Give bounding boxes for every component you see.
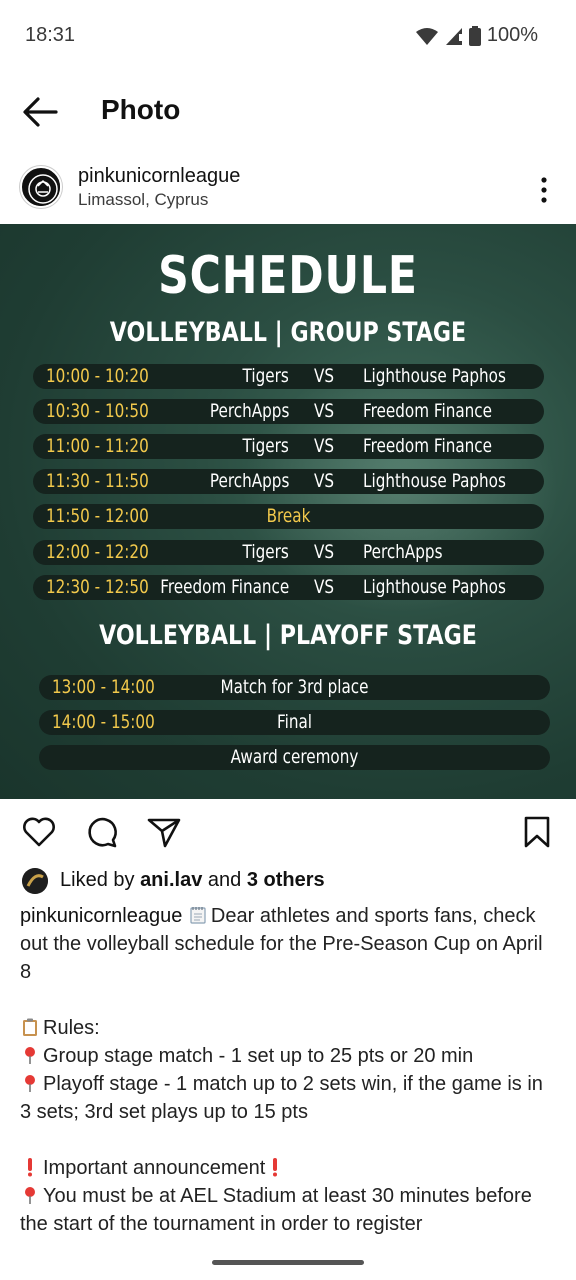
likes-others[interactable]: 3 others xyxy=(247,869,325,891)
more-options-icon[interactable] xyxy=(534,176,554,204)
match-time: 12:30 - 12:50 xyxy=(46,576,149,598)
exclamation-icon xyxy=(28,1158,32,1177)
likes-prefix: Liked by xyxy=(60,869,141,891)
team-b: Lighthouse Paphos xyxy=(363,576,506,598)
liker-avatar xyxy=(22,868,48,894)
playoff-row: Award ceremony xyxy=(39,745,550,770)
pushpin-icon xyxy=(25,1047,35,1064)
rule-line: Playoff stage - 1 match up to 2 sets win… xyxy=(20,1070,550,1126)
poster-title: SCHEDULE xyxy=(158,246,418,306)
post-image[interactable]: SCHEDULE VOLLEYBALL | GROUP STAGE 10:00 … xyxy=(0,224,576,799)
playoff-row: Match for 3rd place 13:00 - 14:00 xyxy=(39,675,550,700)
schedule-row-break: 11:50 - 12:00 Break xyxy=(33,504,544,529)
home-gesture-bar[interactable] xyxy=(212,1260,364,1265)
vs-label: VS xyxy=(314,541,335,563)
clipboard-icon xyxy=(23,1018,37,1036)
notice-line: You must be at AEL Stadium at least 30 m… xyxy=(20,1182,550,1238)
match-time: 11:30 - 11:50 xyxy=(46,470,149,492)
match-time: 11:00 - 11:20 xyxy=(46,435,149,457)
post-caption: pinkunicornleague Dear athletes and spor… xyxy=(20,902,550,1238)
group-stage-heading: VOLLEYBALL | GROUP STAGE xyxy=(109,317,467,348)
status-bar: 18:31 100% xyxy=(0,0,576,72)
league-logo-icon xyxy=(24,170,60,206)
schedule-row: 11:30 - 11:50 PerchApps VS Lighthouse Pa… xyxy=(33,469,544,494)
team-a: PerchApps xyxy=(209,470,290,492)
team-b: Lighthouse Paphos xyxy=(363,365,506,387)
schedule-row: 10:00 - 10:20 Tigers VS Lighthouse Papho… xyxy=(33,364,544,389)
playoff-event: Award ceremony xyxy=(230,746,359,768)
vs-label: VS xyxy=(314,400,335,422)
schedule-row: 12:30 - 12:50 Freedom Finance VS Lightho… xyxy=(33,575,544,600)
rules-title-line: Rules: xyxy=(20,1014,550,1042)
team-b: Lighthouse Paphos xyxy=(363,470,506,492)
team-a: Tigers xyxy=(242,365,289,387)
battery-percent: 100% xyxy=(486,24,538,46)
liker-username[interactable]: ani.lav xyxy=(140,869,202,891)
likes-summary[interactable]: Liked by ani.lav and 3 others xyxy=(0,862,576,898)
rule-1: Group stage match - 1 set up to 25 pts o… xyxy=(43,1045,474,1067)
share-send-icon[interactable] xyxy=(146,814,182,850)
status-icons: 100% xyxy=(415,24,538,47)
page-title: Photo xyxy=(101,94,181,125)
likes-text: Liked by ani.lav and 3 others xyxy=(60,869,325,892)
wifi-icon xyxy=(415,27,438,45)
app-bar: Photo xyxy=(0,72,576,152)
team-b: PerchApps xyxy=(363,541,443,563)
likes-middle: and xyxy=(202,869,247,891)
team-b: Freedom Finance xyxy=(363,435,492,457)
post-location[interactable]: Limassol, Cyprus xyxy=(78,190,208,210)
important-text: Important announcement xyxy=(43,1157,266,1179)
status-time: 18:31 xyxy=(25,24,76,46)
signal-icon xyxy=(445,27,462,45)
team-a: PerchApps xyxy=(209,400,290,422)
schedule-row: 10:30 - 10:50 PerchApps VS Freedom Finan… xyxy=(33,399,544,424)
notepad-icon xyxy=(190,907,206,924)
playoff-time: 14:00 - 15:00 xyxy=(52,711,155,733)
important-line: Important announcement xyxy=(20,1154,550,1182)
caption-intro: pinkunicornleague Dear athletes and spor… xyxy=(20,902,550,986)
bookmark-icon[interactable] xyxy=(519,814,555,850)
playoff-time: 13:00 - 14:00 xyxy=(52,676,155,698)
avatar[interactable] xyxy=(20,166,62,208)
team-b: Freedom Finance xyxy=(363,400,492,422)
post-actions xyxy=(0,800,576,860)
schedule-row: 11:00 - 11:20 Tigers VS Freedom Finance xyxy=(33,434,544,459)
post-header: pinkunicornleague Limassol, Cyprus xyxy=(0,152,576,224)
vs-label: VS xyxy=(314,365,335,387)
pushpin-icon xyxy=(25,1075,35,1092)
break-label: Break xyxy=(266,505,311,527)
notice-text: You must be at AEL Stadium at least 30 m… xyxy=(20,1185,532,1235)
rule-line: Group stage match - 1 set up to 25 pts o… xyxy=(20,1042,550,1070)
team-a: Tigers xyxy=(242,435,289,457)
match-time: 10:30 - 10:50 xyxy=(46,400,149,422)
schedule-row: 12:00 - 12:20 Tigers VS PerchApps xyxy=(33,540,544,565)
rules-title: Rules: xyxy=(43,1017,100,1039)
vs-label: VS xyxy=(314,470,335,492)
match-time: 10:00 - 10:20 xyxy=(46,365,149,387)
vs-label: VS xyxy=(314,576,335,598)
vs-label: VS xyxy=(314,435,335,457)
team-a: Tigers xyxy=(242,541,289,563)
playoff-stage-heading: VOLLEYBALL | PLAYOFF STAGE xyxy=(99,620,477,651)
back-arrow-icon[interactable] xyxy=(20,94,60,130)
playoff-row: Final 14:00 - 15:00 xyxy=(39,710,550,735)
like-heart-icon[interactable] xyxy=(21,814,57,850)
team-a: Freedom Finance xyxy=(160,576,289,598)
caption-username[interactable]: pinkunicornleague xyxy=(20,905,182,927)
battery-icon xyxy=(468,25,481,46)
pushpin-icon xyxy=(25,1187,35,1204)
post-username[interactable]: pinkunicornleague xyxy=(78,165,240,188)
match-time: 12:00 - 12:20 xyxy=(46,541,149,563)
rule-2: Playoff stage - 1 match up to 2 sets win… xyxy=(20,1073,543,1123)
comment-icon[interactable] xyxy=(84,814,120,850)
exclamation-icon xyxy=(273,1158,278,1177)
